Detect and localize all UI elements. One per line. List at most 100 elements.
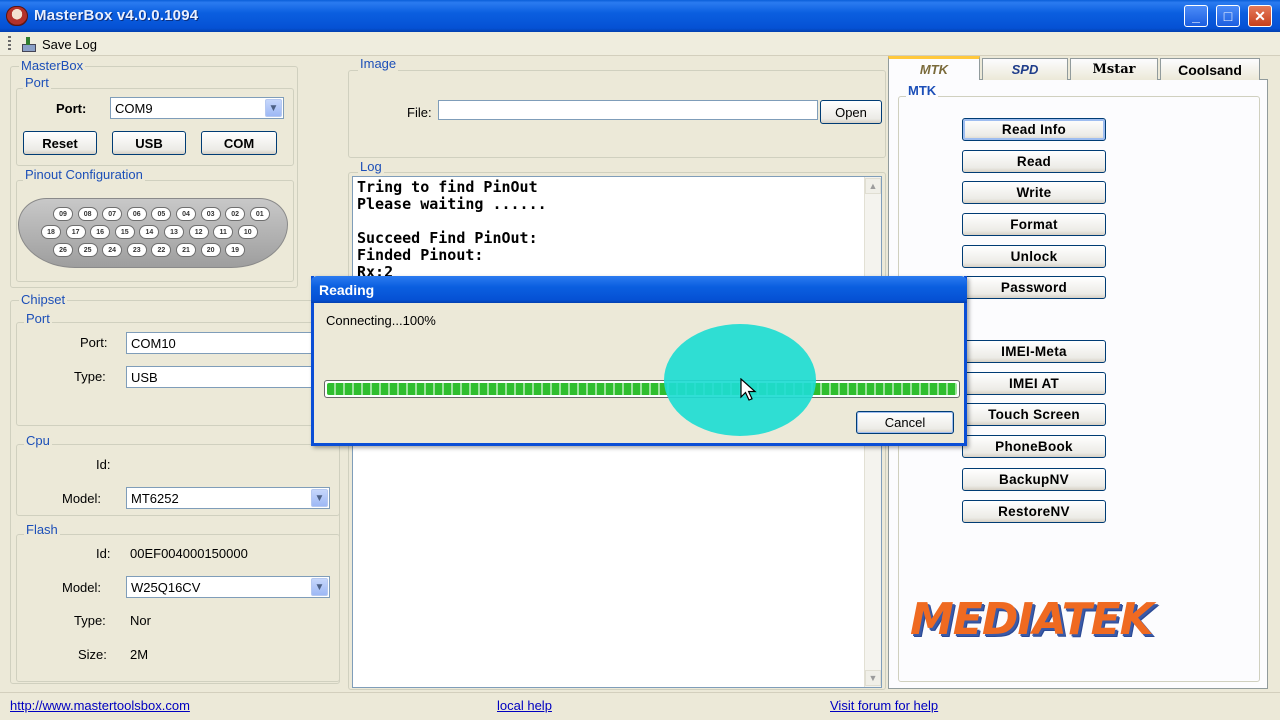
flash-type-value: Nor xyxy=(130,613,151,628)
log-text: Tring to find PinOut Please waiting ....… xyxy=(357,178,547,281)
pin-26: 26 xyxy=(53,243,73,257)
pin-12: 12 xyxy=(188,225,209,239)
masterbox-port-select[interactable]: COM9 ▼ xyxy=(110,97,284,119)
touch-screen-button[interactable]: Touch Screen xyxy=(962,403,1106,426)
dialog-title: Reading xyxy=(311,276,967,303)
pin-11: 11 xyxy=(213,225,234,239)
pin-20: 20 xyxy=(200,243,221,257)
mediatek-logo: MEDIATEK xyxy=(910,594,1154,645)
mtk-group-label: MTK xyxy=(906,83,939,98)
pinout-group-label: Pinout Configuration xyxy=(23,167,145,182)
pin-01: 01 xyxy=(249,207,270,221)
backupnv-button[interactable]: BackupNV xyxy=(962,468,1106,491)
pin-15: 15 xyxy=(114,225,135,239)
phonebook-button[interactable]: PhoneBook xyxy=(962,435,1106,458)
chevron-down-icon[interactable]: ▼ xyxy=(265,99,282,117)
flash-model-value: W25Q16CV xyxy=(131,580,201,595)
local-help-link[interactable]: local help xyxy=(497,698,552,713)
image-group-label: Image xyxy=(358,56,399,71)
com-button[interactable]: COM xyxy=(201,131,277,155)
toolbar-grip-icon[interactable] xyxy=(8,36,11,52)
restorenv-button[interactable]: RestoreNV xyxy=(962,500,1106,523)
open-button[interactable]: Open xyxy=(820,100,882,124)
pin-14: 14 xyxy=(139,225,160,239)
pin-08: 08 xyxy=(77,207,98,221)
read-button[interactable]: Read xyxy=(962,150,1106,173)
pin-06: 06 xyxy=(126,207,147,221)
cpu-model-value: MT6252 xyxy=(131,491,179,506)
tab-spd[interactable]: SPD xyxy=(982,58,1068,80)
chipset-type-field[interactable]: USB xyxy=(126,366,312,388)
pin-24: 24 xyxy=(102,243,123,257)
usb-button[interactable]: USB xyxy=(112,131,186,155)
close-button[interactable]: ✕ xyxy=(1248,5,1272,27)
title-bar: MasterBox v4.0.0.1094 _ □ ✕ xyxy=(0,0,1280,32)
log-group-label: Log xyxy=(358,159,384,174)
window-title: MasterBox v4.0.0.1094 xyxy=(34,7,199,24)
chipset-group-label: Chipset xyxy=(19,292,68,307)
file-label: File: xyxy=(407,105,432,120)
save-log-button[interactable]: Save Log xyxy=(20,35,97,53)
masterbox-group-label: MasterBox xyxy=(19,58,86,73)
forum-link[interactable]: Visit forum for help xyxy=(830,698,938,713)
pin-18: 18 xyxy=(41,225,61,239)
reading-dialog: Reading Connecting...100% Cancel xyxy=(311,276,967,446)
chevron-down-icon[interactable]: ▼ xyxy=(311,578,328,596)
scroll-down-icon[interactable]: ▼ xyxy=(865,670,881,686)
flash-type-label: Type: xyxy=(74,613,106,628)
chipset-port-field[interactable]: COM10 xyxy=(126,332,312,354)
masterbox-port-value: COM9 xyxy=(115,101,153,116)
pin-07: 07 xyxy=(102,207,123,221)
reset-button[interactable]: Reset xyxy=(23,131,97,155)
minimize-button[interactable]: _ xyxy=(1184,5,1208,27)
pin-10: 10 xyxy=(237,225,258,239)
write-button[interactable]: Write xyxy=(962,181,1106,204)
flash-size-label: Size: xyxy=(78,647,107,662)
pin-25: 25 xyxy=(77,243,98,257)
cpu-model-label: Model: xyxy=(62,491,102,506)
progress-bar xyxy=(324,380,960,398)
read-info-button[interactable]: Read Info xyxy=(962,118,1106,141)
chipset-port-label: Port: xyxy=(80,335,108,350)
flash-group-label: Flash xyxy=(24,522,60,537)
masterbox-port-field-label: Port: xyxy=(56,101,87,116)
pin-22: 22 xyxy=(151,243,172,257)
maximize-button[interactable]: □ xyxy=(1216,5,1240,27)
toolbar: Save Log xyxy=(0,32,1280,56)
chipset-port-group-label: Port xyxy=(24,311,52,326)
tab-mtk[interactable]: MTK xyxy=(888,56,980,80)
chipset-type-label: Type: xyxy=(74,369,106,384)
tab-mstar[interactable]: Mstar xyxy=(1070,58,1158,80)
scroll-up-icon[interactable]: ▲ xyxy=(865,178,881,194)
pin-02: 02 xyxy=(225,207,246,221)
cpu-id-label: Id: xyxy=(96,457,111,472)
progress-fill xyxy=(327,383,957,395)
password-button[interactable]: Password xyxy=(962,276,1106,299)
pin-09: 09 xyxy=(53,207,73,221)
pin-21: 21 xyxy=(176,243,196,257)
tab-coolsand[interactable]: Coolsand xyxy=(1160,58,1260,80)
format-button[interactable]: Format xyxy=(962,213,1106,236)
chevron-down-icon[interactable]: ▼ xyxy=(311,489,328,507)
pin-17: 17 xyxy=(65,225,86,239)
imei-at-button[interactable]: IMEI AT xyxy=(962,372,1106,395)
file-path-input[interactable] xyxy=(438,100,818,120)
unlock-button[interactable]: Unlock xyxy=(962,245,1106,268)
pin-19: 19 xyxy=(225,243,246,257)
pinout-connector: 09 08 07 06 05 04 03 02 01 18 17 16 15 14 13 12 11 10 26 25… xyxy=(18,198,288,268)
flash-model-select[interactable]: W25Q16CV ▼ xyxy=(126,576,330,598)
flash-id-label: Id: xyxy=(96,546,111,561)
pin-04: 04 xyxy=(176,207,196,221)
website-link[interactable]: http://www.mastertoolsbox.com xyxy=(10,698,190,713)
pin-16: 16 xyxy=(90,225,111,239)
cpu-group-label: Cpu xyxy=(24,433,52,448)
mouse-cursor-icon xyxy=(740,378,757,401)
pin-23: 23 xyxy=(126,243,147,257)
save-icon xyxy=(20,36,36,52)
save-log-label: Save Log xyxy=(42,36,97,52)
cpu-model-select[interactable]: MT6252 ▼ xyxy=(126,487,330,509)
pin-03: 03 xyxy=(200,207,221,221)
masterbox-port-label: Port xyxy=(23,75,51,90)
cancel-button[interactable]: Cancel xyxy=(856,411,954,434)
imei-meta-button[interactable]: IMEI-Meta xyxy=(962,340,1106,363)
